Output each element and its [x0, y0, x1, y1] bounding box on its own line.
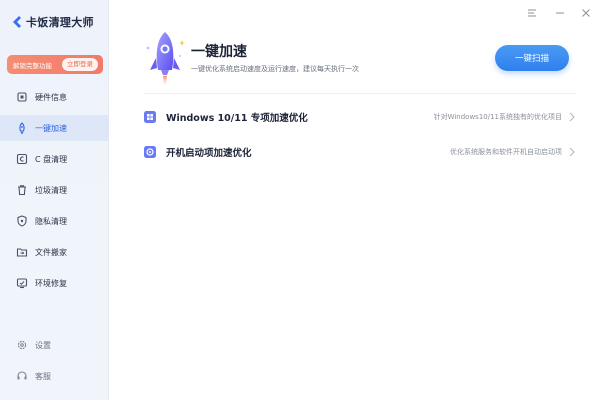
sidebar-item-support[interactable]: 客服	[0, 365, 109, 387]
option-description: 优化系统服务和软件开机自动启动项	[450, 148, 562, 156]
sidebar-nav: 硬件信息 一键加速 C 盘清理 垃圾清理 隐私清理 文件搬家 环境修复	[0, 84, 109, 301]
sidebar-item-label: 设置	[35, 340, 51, 350]
option-row-startup-optimize[interactable]: 开机启动项加速优化 优化系统服务和软件开机自动启动项	[144, 139, 580, 165]
sidebar-item-label: C 盘清理	[35, 154, 68, 164]
privacy-shield-icon	[16, 215, 28, 227]
sidebar-item-junk-clean[interactable]: 垃圾清理	[0, 177, 109, 203]
sidebar-item-label: 环境修复	[35, 278, 67, 288]
divider	[144, 93, 576, 94]
windows-icon	[144, 111, 156, 123]
option-title: Windows 10/11 专项加速优化	[166, 113, 308, 124]
disk-c-icon	[16, 153, 28, 165]
sidebar-item-c-drive-clean[interactable]: C 盘清理	[0, 146, 109, 172]
sidebar-item-file-move[interactable]: 文件搬家	[0, 239, 109, 265]
sidebar: 卡饭清理大师 解锁完整功能 立即登录 硬件信息 一键加速 C 盘清理 垃圾清理 …	[0, 0, 109, 400]
chevron-right-icon	[569, 112, 575, 122]
sidebar-item-privacy-clean[interactable]: 隐私清理	[0, 208, 109, 234]
repair-icon	[16, 277, 28, 289]
brand: 卡饭清理大师	[11, 14, 94, 30]
sidebar-bottom: 设置 客服	[0, 334, 109, 396]
minimize-button[interactable]	[553, 6, 567, 20]
sidebar-item-env-repair[interactable]: 环境修复	[0, 270, 109, 296]
unlock-banner: 解锁完整功能 立即登录	[7, 55, 103, 74]
close-icon	[582, 9, 590, 17]
page-title: 一键加速	[191, 44, 247, 60]
sidebar-item-label: 文件搬家	[35, 247, 67, 257]
app-title: 卡饭清理大师	[26, 16, 94, 29]
option-row-windows-optimize[interactable]: Windows 10/11 专项加速优化 针对Windows10/11系统独有的…	[144, 104, 580, 130]
app-logo-icon	[13, 16, 21, 28]
sidebar-item-hardware-info[interactable]: 硬件信息	[0, 84, 109, 110]
unlock-text: 解锁完整功能	[13, 61, 52, 70]
sidebar-item-speedup[interactable]: 一键加速	[0, 115, 109, 141]
trash-icon	[16, 184, 28, 196]
sidebar-item-label: 隐私清理	[35, 216, 67, 226]
sidebar-item-label: 硬件信息	[35, 92, 67, 102]
one-click-scan-button[interactable]: 一键扫描	[495, 45, 569, 71]
menu-button[interactable]	[525, 6, 539, 20]
option-description: 针对Windows10/11系统独有的优化项目	[433, 113, 562, 121]
menu-icon	[528, 9, 536, 17]
sidebar-item-label: 垃圾清理	[35, 185, 67, 195]
rocket-illustration-icon	[146, 32, 186, 85]
close-button[interactable]	[579, 6, 593, 20]
headset-icon	[16, 370, 28, 382]
minimize-icon	[556, 12, 564, 14]
login-button[interactable]: 立即登录	[62, 58, 98, 71]
sidebar-item-label: 客服	[35, 371, 51, 381]
sidebar-item-label: 一键加速	[35, 123, 67, 133]
gear-icon	[16, 339, 28, 351]
hardware-chip-icon	[16, 91, 28, 103]
file-move-icon	[16, 246, 28, 258]
rocket-icon	[16, 122, 28, 134]
chevron-right-icon	[569, 147, 575, 157]
option-title: 开机启动项加速优化	[166, 148, 252, 159]
startup-power-icon	[144, 146, 156, 158]
page-subtitle: 一键优化系统启动速度及运行速度，建议每天执行一次	[191, 65, 359, 73]
sidebar-item-settings[interactable]: 设置	[0, 334, 109, 356]
